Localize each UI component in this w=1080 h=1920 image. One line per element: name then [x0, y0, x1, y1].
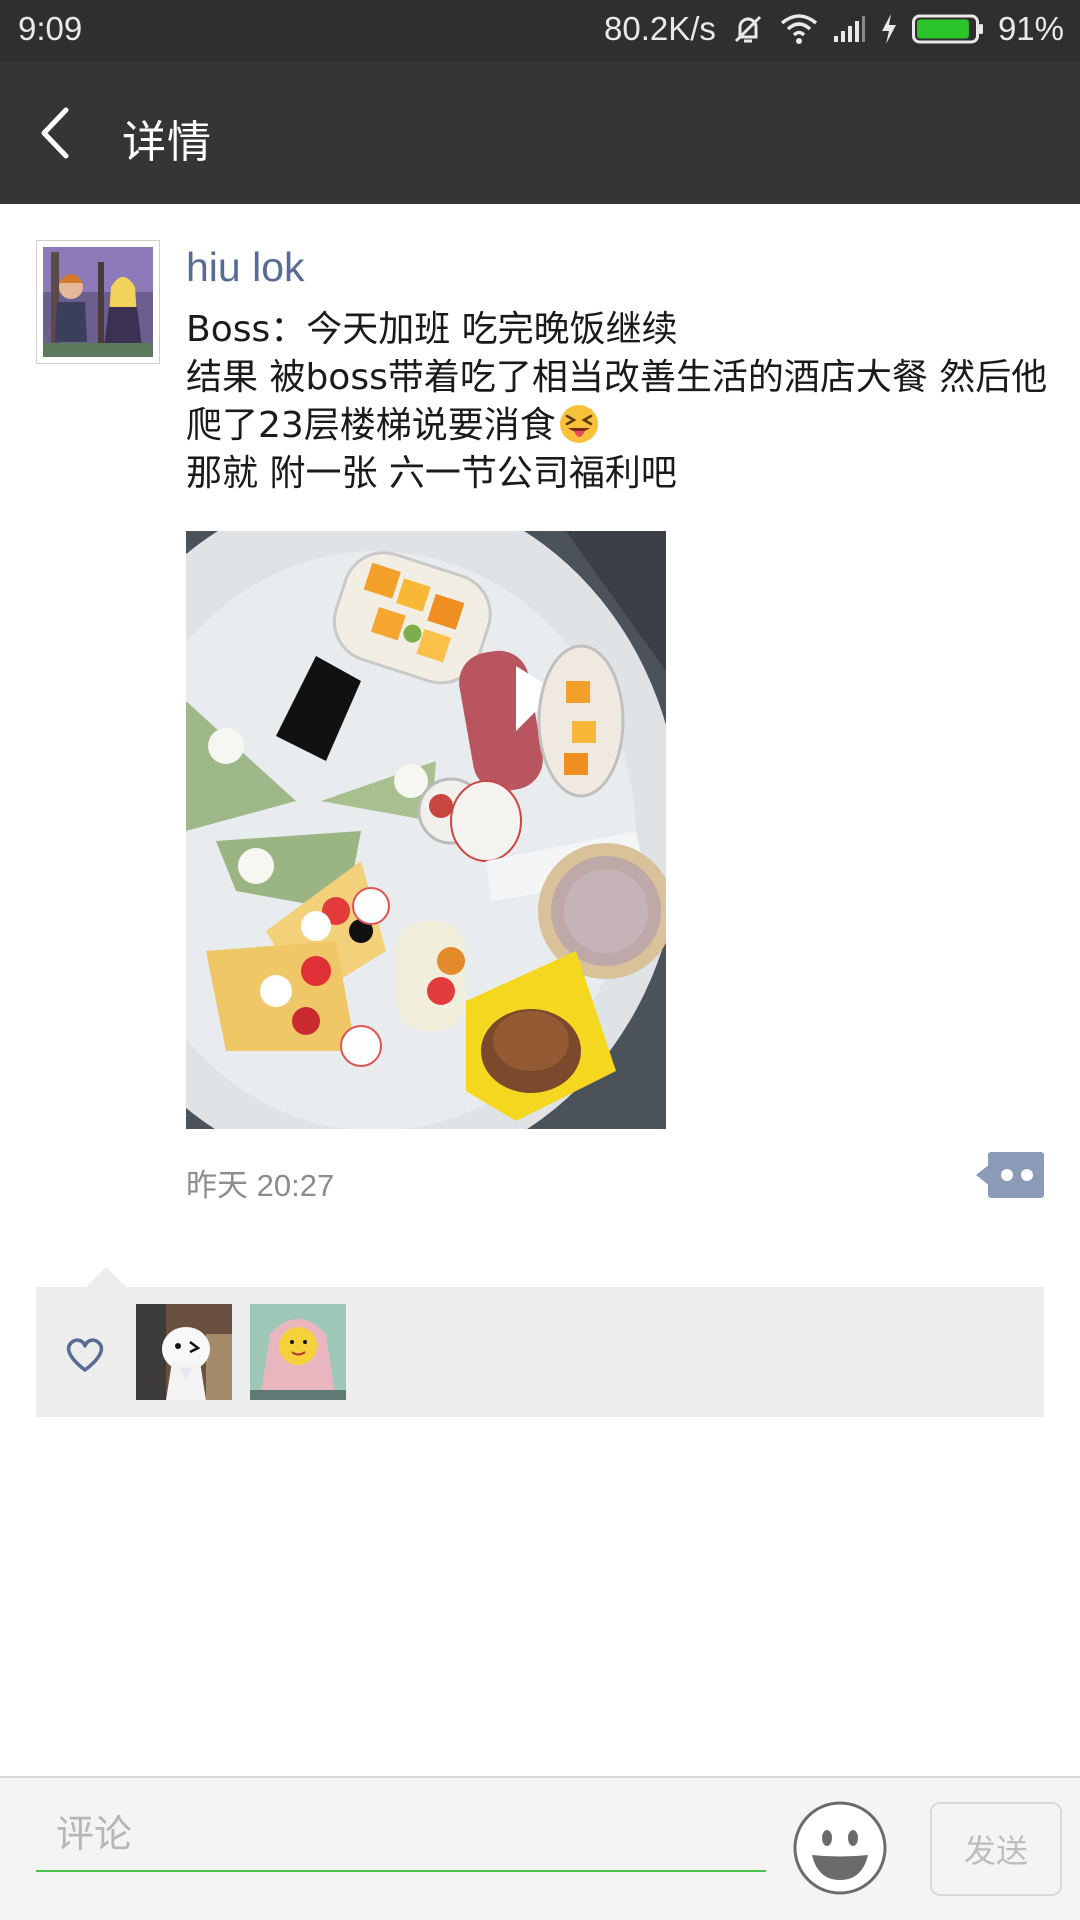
emoji-button[interactable] — [792, 1800, 888, 1896]
author-avatar[interactable] — [36, 240, 160, 364]
liker-avatar-2[interactable] — [250, 1304, 346, 1400]
likes-arrow — [86, 1267, 126, 1287]
squinting-tongue-emoji — [559, 405, 598, 443]
network-speed: 80.2K/s — [604, 10, 716, 47]
comment-more-icon — [976, 1152, 1044, 1198]
chevron-left-icon — [41, 107, 69, 159]
post-timestamp: 昨天 20:27 — [186, 1168, 335, 1203]
wifi-icon — [780, 14, 818, 44]
back-button[interactable] — [30, 102, 90, 164]
comment-input[interactable] — [36, 1798, 766, 1872]
post-line: Boss：今天加班 吃完晚饭继续 — [186, 309, 678, 350]
liker-avatar-image — [136, 1304, 232, 1400]
liker-avatar-image — [250, 1304, 346, 1400]
heart-icon — [66, 1338, 104, 1372]
status-bar: 9:09 80.2K/s 91% — [0, 0, 1080, 62]
likes-panel — [36, 1267, 1044, 1417]
post-line: 爬了23层楼梯说要消食 — [186, 402, 1056, 450]
status-icons: 80.2K/s 91% — [604, 10, 1064, 48]
mute-icon — [734, 15, 761, 43]
comment-more-button[interactable] — [976, 1152, 1044, 1198]
app-header: 详情 — [0, 62, 1080, 204]
liker-avatar-1[interactable] — [136, 1304, 232, 1400]
smiley-icon — [793, 1801, 887, 1895]
charging-icon — [881, 14, 896, 44]
author-name[interactable]: hiu lok — [186, 244, 305, 291]
post-photo[interactable] — [186, 531, 666, 1129]
dessert-platter-photo — [186, 531, 666, 1129]
post-line: 结果 被boss带着吃了相当改善生活的酒店大餐 然后他 — [186, 357, 1048, 398]
post-line: 那就 附一张 六一节公司福利吧 — [186, 453, 677, 494]
post-line-text: 爬了23层楼梯说要消食 — [186, 405, 556, 446]
status-time: 9:09 — [18, 10, 83, 47]
battery-percent: 91% — [997, 10, 1064, 47]
avatar-image — [43, 247, 153, 357]
post-content: Boss：今天加班 吃完晚饭继续 结果 被boss带着吃了相当改善生活的酒店大餐… — [186, 306, 1056, 498]
comment-bar: 发送 — [0, 1776, 1080, 1920]
battery-icon — [911, 14, 983, 44]
signal-icon — [833, 16, 865, 42]
send-button[interactable]: 发送 — [930, 1802, 1062, 1896]
page-title: 详情 — [122, 117, 212, 168]
